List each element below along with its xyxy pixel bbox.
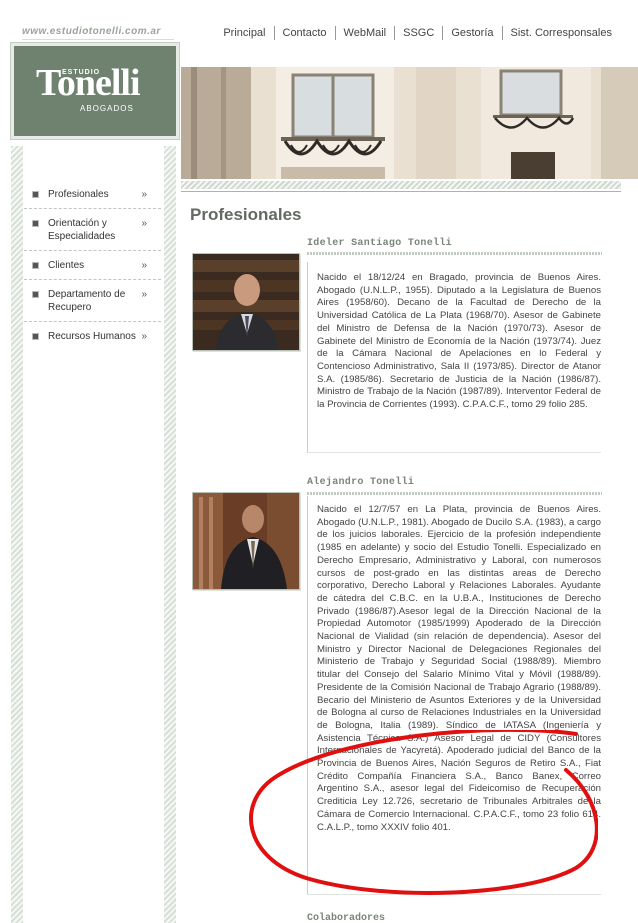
logo-abogados: ABOGADOS (80, 104, 134, 113)
person-name-2: Alejandro Tonelli (307, 477, 415, 488)
sidebar-item-label: Profesionales (48, 189, 109, 200)
banner-image (181, 67, 638, 179)
sidebar-item-rrhh[interactable]: Recursos Humanos » (24, 322, 161, 350)
square-bullet-icon (32, 191, 39, 198)
sidebar: Profesionales » Orientación y Especialid… (24, 180, 161, 350)
banner-building-illustration (181, 67, 638, 179)
nav-sist-corresponsales[interactable]: Sist. Corresponsales (501, 26, 621, 40)
double-chevron-right-icon: » (141, 260, 147, 271)
square-bullet-icon (32, 291, 39, 298)
double-chevron-right-icon: » (141, 289, 147, 300)
person-photo-2 (192, 492, 300, 590)
double-chevron-right-icon: » (141, 331, 147, 342)
colaboradores-heading: Colaboradores (307, 913, 386, 923)
banner-stripe (181, 181, 621, 189)
sidebar-item-clientes[interactable]: Clientes » (24, 251, 161, 280)
name-divider (307, 492, 602, 495)
nav-ssgc[interactable]: SSGC (394, 26, 442, 40)
portrait-image (193, 493, 299, 589)
square-bullet-icon (32, 220, 39, 227)
banner-divider (181, 191, 621, 192)
sidebar-item-label: Clientes (48, 260, 85, 271)
nav-gestoria[interactable]: Gestoría (442, 26, 501, 40)
square-bullet-icon (32, 333, 39, 340)
site-url: www.estudiotonelli.com.ar (22, 26, 174, 40)
nav-principal[interactable]: Principal (215, 26, 273, 40)
person-bio-2: Nacido el 12/7/57 en La Plata, provincia… (317, 504, 601, 833)
portrait-image (193, 254, 299, 350)
sidebar-item-label: Orientación y Especialidades (48, 218, 116, 242)
top-navigation: Principal Contacto WebMail SSGC Gestoría… (215, 26, 620, 40)
sidebar-item-label: Recursos Humanos (48, 331, 136, 342)
person-name-1: Ideler Santiago Tonelli (307, 238, 452, 249)
sidebar-item-recupero[interactable]: Departamento de Recupero » (24, 280, 161, 322)
sidebar-left-stripe (11, 146, 23, 923)
nav-contacto[interactable]: Contacto (273, 26, 335, 40)
sidebar-item-profesionales[interactable]: Profesionales » (24, 180, 161, 209)
double-chevron-right-icon: » (141, 218, 147, 229)
double-chevron-right-icon: » (141, 189, 147, 200)
logo-estudio: ESTUDIO (62, 69, 101, 76)
sidebar-item-label: Departamento de Recupero (48, 289, 126, 313)
nav-webmail[interactable]: WebMail (334, 26, 395, 40)
square-bullet-icon (32, 262, 39, 269)
person-photo-1 (192, 253, 300, 351)
bio-container-1: Nacido el 18/12/24 en Bragado, provincia… (307, 262, 601, 453)
person-bio-1: Nacido el 18/12/24 en Bragado, provincia… (317, 272, 601, 411)
page-title: Profesionales (190, 205, 302, 224)
sidebar-item-orientacion[interactable]: Orientación y Especialidades » (24, 209, 161, 251)
page: www.estudiotonelli.com.ar Principal Cont… (0, 0, 638, 923)
logo[interactable]: Tonelli ESTUDIO ABOGADOS (11, 43, 179, 139)
name-divider (307, 252, 602, 255)
sidebar-right-stripe (164, 146, 176, 923)
bio-container-2: Nacido el 12/7/57 en La Plata, provincia… (307, 496, 601, 895)
